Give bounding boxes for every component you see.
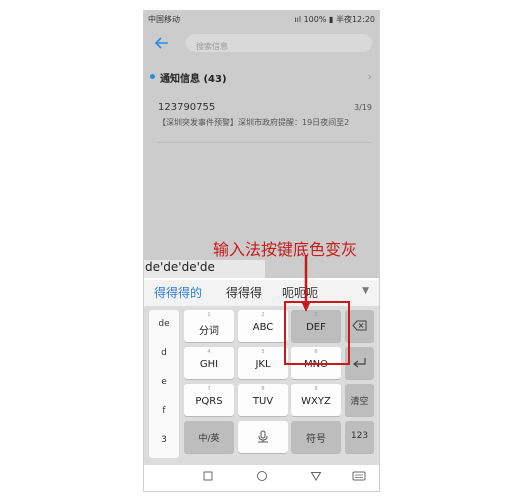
search-bar[interactable] (186, 34, 372, 56)
back-arrow-icon[interactable] (154, 35, 170, 51)
composition-text: de'de'de'de (144, 260, 265, 278)
status-right: ııl 100% ▮ 半夜12:20 (294, 14, 375, 25)
mode-label: 中/英 (198, 434, 220, 444)
clear-label: 清空 (350, 397, 369, 407)
message-sender: 123790755 (158, 102, 216, 113)
section-title: 通知信息 (43) (160, 74, 227, 85)
key-number: 2 (261, 312, 265, 318)
key-label: ABC (252, 322, 274, 333)
pinyin-option[interactable]: d (149, 348, 179, 358)
key-7[interactable]: 7 PQRS (184, 384, 234, 416)
key-number: 8 (261, 386, 265, 392)
carrier-label: 中国移动 (148, 15, 180, 24)
number-key[interactable]: 123 (345, 421, 374, 453)
language-switch-key[interactable]: 中/英 (184, 421, 234, 453)
candidate-2[interactable]: 得得得 (226, 284, 262, 301)
pinyin-option[interactable]: f (149, 406, 179, 416)
clear-key[interactable]: 清空 (345, 384, 374, 416)
message-date: 3/19 (354, 103, 372, 112)
key-number: 7 (207, 386, 211, 392)
search-input[interactable] (186, 37, 366, 56)
annotation-text: 输入法按键底色变灰 (213, 240, 358, 259)
recent-apps-icon[interactable] (202, 470, 214, 482)
key-5[interactable]: 5 JKL (238, 347, 288, 379)
microphone-icon (258, 430, 268, 443)
message-preview: 【深圳突发事件预警】深圳市政府提醒：19日夜间至2 (158, 118, 350, 127)
home-icon[interactable] (256, 470, 268, 482)
chevron-right-icon: › (367, 70, 372, 83)
key-8[interactable]: 8 TUV (238, 384, 288, 416)
enter-icon (353, 358, 366, 368)
keyboard-hide-icon[interactable] (352, 470, 366, 482)
key-label: JKL (255, 359, 271, 370)
key-label: WXYZ (301, 396, 331, 407)
signal-battery-time: ııl 100% ▮ 半夜12:20 (294, 15, 375, 24)
symbol-label: 符号 (306, 434, 326, 445)
key-label: 分词 (199, 326, 219, 337)
section-dot-icon (150, 74, 155, 79)
key-number: 9 (314, 386, 318, 392)
key-1[interactable]: 1 分词 (184, 310, 234, 342)
symbol-key[interactable]: 符号 (291, 421, 341, 453)
key-number: 1 (207, 312, 211, 318)
notification-section[interactable]: 通知信息 (43) › (150, 70, 372, 85)
navigation-bar (144, 465, 379, 491)
key-2[interactable]: 2 ABC (238, 310, 288, 342)
key-label: TUV (252, 396, 274, 407)
message-item[interactable]: 123790755 3/19 【深圳突发事件预警】深圳市政府提醒：19日夜间至2 (158, 102, 372, 143)
key-9[interactable]: 9 WXYZ (291, 384, 341, 416)
key-number: 5 (261, 349, 265, 355)
back-triangle-icon[interactable] (310, 470, 322, 482)
number-label: 123 (350, 431, 369, 441)
annotation-arrow-icon (301, 255, 311, 312)
key-4[interactable]: 4 GHI (184, 347, 234, 379)
key-label: PQRS (195, 396, 223, 407)
pinyin-option[interactable]: e (149, 377, 179, 387)
candidate-3[interactable]: 呃呃呃 (282, 284, 318, 301)
backspace-icon (352, 320, 367, 331)
chevron-down-icon[interactable]: ▼ (362, 286, 369, 296)
pinyin-list[interactable]: de d e f 3 (149, 310, 179, 458)
key-number: 4 (207, 349, 211, 355)
key-label: GHI (199, 359, 219, 370)
status-bar: 中国移动 ııl 100% ▮ 半夜12:20 (144, 11, 379, 28)
pinyin-option[interactable]: de (149, 319, 179, 329)
pinyin-option[interactable]: 3 (149, 435, 179, 445)
highlight-box (284, 301, 350, 365)
space-key[interactable] (238, 421, 288, 453)
candidate-1[interactable]: 得得得的 (154, 284, 202, 301)
